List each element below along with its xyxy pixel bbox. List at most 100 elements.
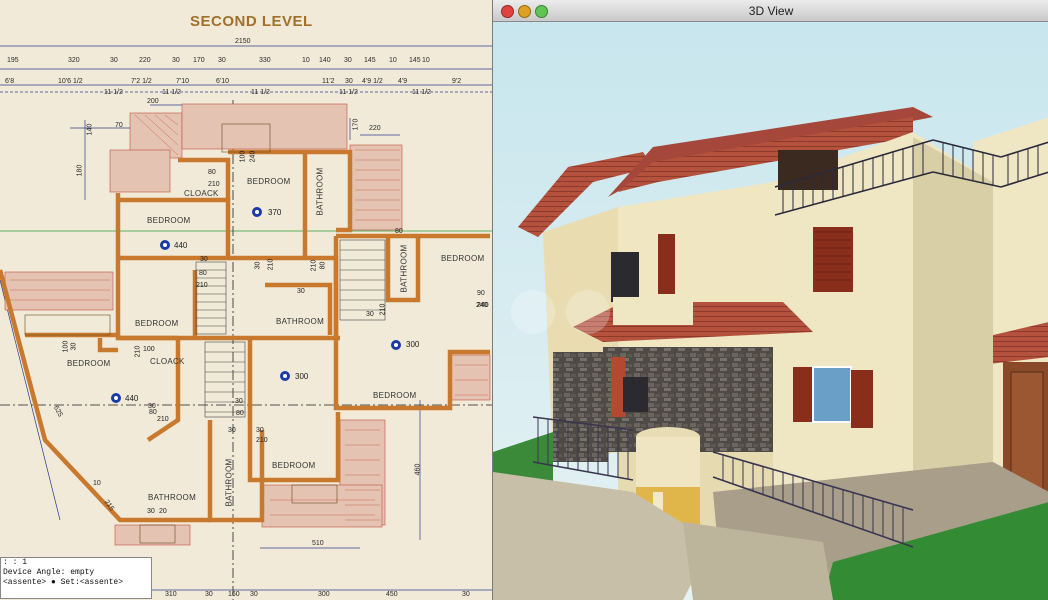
- dimension-value: 30: [345, 78, 353, 85]
- door-dim: 80: [319, 261, 327, 270]
- dimension-value: 145: [364, 57, 376, 64]
- dimension-value: 160: [228, 591, 240, 598]
- dim-220: 220: [369, 125, 381, 132]
- dimension-value: 140: [319, 57, 331, 64]
- room-label: BATHROOM: [315, 167, 325, 216]
- door-dim: 80: [199, 270, 207, 277]
- room-label: CLOACK: [184, 189, 219, 198]
- room-label: BEDROOM: [147, 216, 191, 225]
- command-status-box: : : 1 Device Angle: empty <assente> ● Se…: [0, 557, 152, 599]
- dimension-value: 30: [218, 57, 226, 64]
- door-dim: 210: [310, 259, 318, 272]
- dim-140: 140: [86, 123, 94, 136]
- door-dim: 80: [395, 228, 403, 235]
- window-title: 3D View: [748, 4, 794, 18]
- door-dim: 30: [147, 508, 155, 515]
- 3d-house-render[interactable]: [493, 22, 1048, 600]
- window-titlebar[interactable]: 3D View: [493, 0, 1048, 22]
- room-label: BEDROOM: [135, 319, 179, 328]
- dimension-value: 9'2: [452, 78, 462, 85]
- door-dim: 210: [379, 303, 387, 316]
- dimension-value: 7'10: [176, 78, 190, 85]
- floor-plan-panel[interactable]: SECOND LEVEL 2150 195 320 30 220 30 170 30 330 1…: [0, 0, 492, 600]
- room-label: BATHROOM: [399, 244, 409, 293]
- dimension-value: 450: [386, 591, 398, 598]
- dimension-value: 310: [165, 591, 177, 598]
- dim-90: 90: [477, 290, 485, 297]
- door-dim: 80: [208, 169, 216, 176]
- door-dim: 210: [157, 416, 169, 423]
- dimension-value: 7'2 1/2: [131, 78, 152, 85]
- door-dim: 30: [254, 261, 262, 270]
- door-dim: 210: [256, 437, 268, 444]
- dimension-value: 30: [462, 591, 470, 598]
- door-dim: 240: [476, 302, 488, 309]
- dim-460: 460: [414, 463, 422, 476]
- dim-180: 180: [76, 164, 84, 177]
- dimension-value: 330: [259, 57, 271, 64]
- level-value: 440: [174, 241, 188, 250]
- door-dim: 30: [256, 427, 264, 434]
- level-value: 370: [268, 208, 282, 217]
- door-dim: 80: [149, 409, 157, 416]
- dimension-value: 11 1/2: [104, 89, 123, 96]
- dimension-value: 30: [172, 57, 180, 64]
- door-dim: 30: [228, 427, 236, 434]
- door-dim: 100: [239, 150, 247, 163]
- dimension-value: 30: [344, 57, 352, 64]
- dimension-value: 11 1/2: [162, 89, 181, 96]
- door-dim: 210: [196, 282, 208, 289]
- status-line: Device Angle: empty: [3, 568, 95, 577]
- status-line: : : 1: [3, 558, 28, 567]
- level-value: 300: [406, 340, 420, 349]
- dimension-value: 10: [302, 57, 310, 64]
- room-label: BEDROOM: [272, 461, 316, 470]
- door-dim: 240: [249, 150, 257, 163]
- dim-10: 10: [93, 480, 101, 487]
- dimension-value: 220: [139, 57, 151, 64]
- room-label: BEDROOM: [67, 359, 111, 368]
- room-label: BATHROOM: [276, 317, 325, 326]
- dimension-value: 300: [318, 591, 330, 598]
- dim-70: 70: [115, 122, 123, 129]
- dimension-value: 170: [193, 57, 205, 64]
- plan-title: SECOND LEVEL: [190, 13, 313, 30]
- door-dim: 30: [366, 311, 374, 318]
- dimension-value: 30: [250, 591, 258, 598]
- dimension-value: 11 1/2: [251, 89, 270, 96]
- room-label: BATHROOM: [224, 458, 234, 507]
- dimension-value: 6'8: [5, 78, 15, 85]
- dimension-value: 30: [205, 591, 213, 598]
- dimension-value: 11 1/2: [412, 89, 431, 96]
- 3d-view-window[interactable]: 3D View: [492, 0, 1048, 600]
- dimension-value: 320: [68, 57, 80, 64]
- dimension-value: 4'9: [398, 78, 408, 85]
- dimension-value: 10: [422, 57, 430, 64]
- dim-200: 200: [147, 98, 159, 105]
- door-dim: 30: [297, 288, 305, 295]
- door-dim: 100: [143, 346, 155, 353]
- level-value: 300: [295, 372, 309, 381]
- status-line: <assente> ● Set:<assente>: [3, 578, 124, 587]
- door-dim: 210: [267, 258, 275, 271]
- door-dim: 30: [235, 398, 243, 405]
- dimension-value: 145: [409, 57, 421, 64]
- dimension-value: 195: [7, 57, 19, 64]
- door-dim: 30: [70, 342, 78, 351]
- dimension-value: 11'2: [322, 78, 335, 85]
- room-label: BEDROOM: [373, 391, 417, 400]
- room-label: BATHROOM: [148, 493, 197, 502]
- dimension-value: 30: [110, 57, 118, 64]
- level-value: 440: [125, 394, 139, 403]
- door-dim: 100: [62, 340, 70, 353]
- door-dim: 210: [208, 181, 220, 188]
- dimension-value: 11 1/2: [339, 89, 358, 96]
- room-label: BEDROOM: [441, 254, 485, 263]
- total-width-dim: 2150: [235, 38, 251, 45]
- door-dim: 210: [134, 345, 142, 358]
- dimension-value: 10'6 1/2: [58, 78, 83, 85]
- dim-170: 170: [352, 118, 360, 131]
- dim-510: 510: [312, 540, 324, 547]
- door-dim: 80: [236, 410, 244, 417]
- door-dim: 20: [159, 508, 167, 515]
